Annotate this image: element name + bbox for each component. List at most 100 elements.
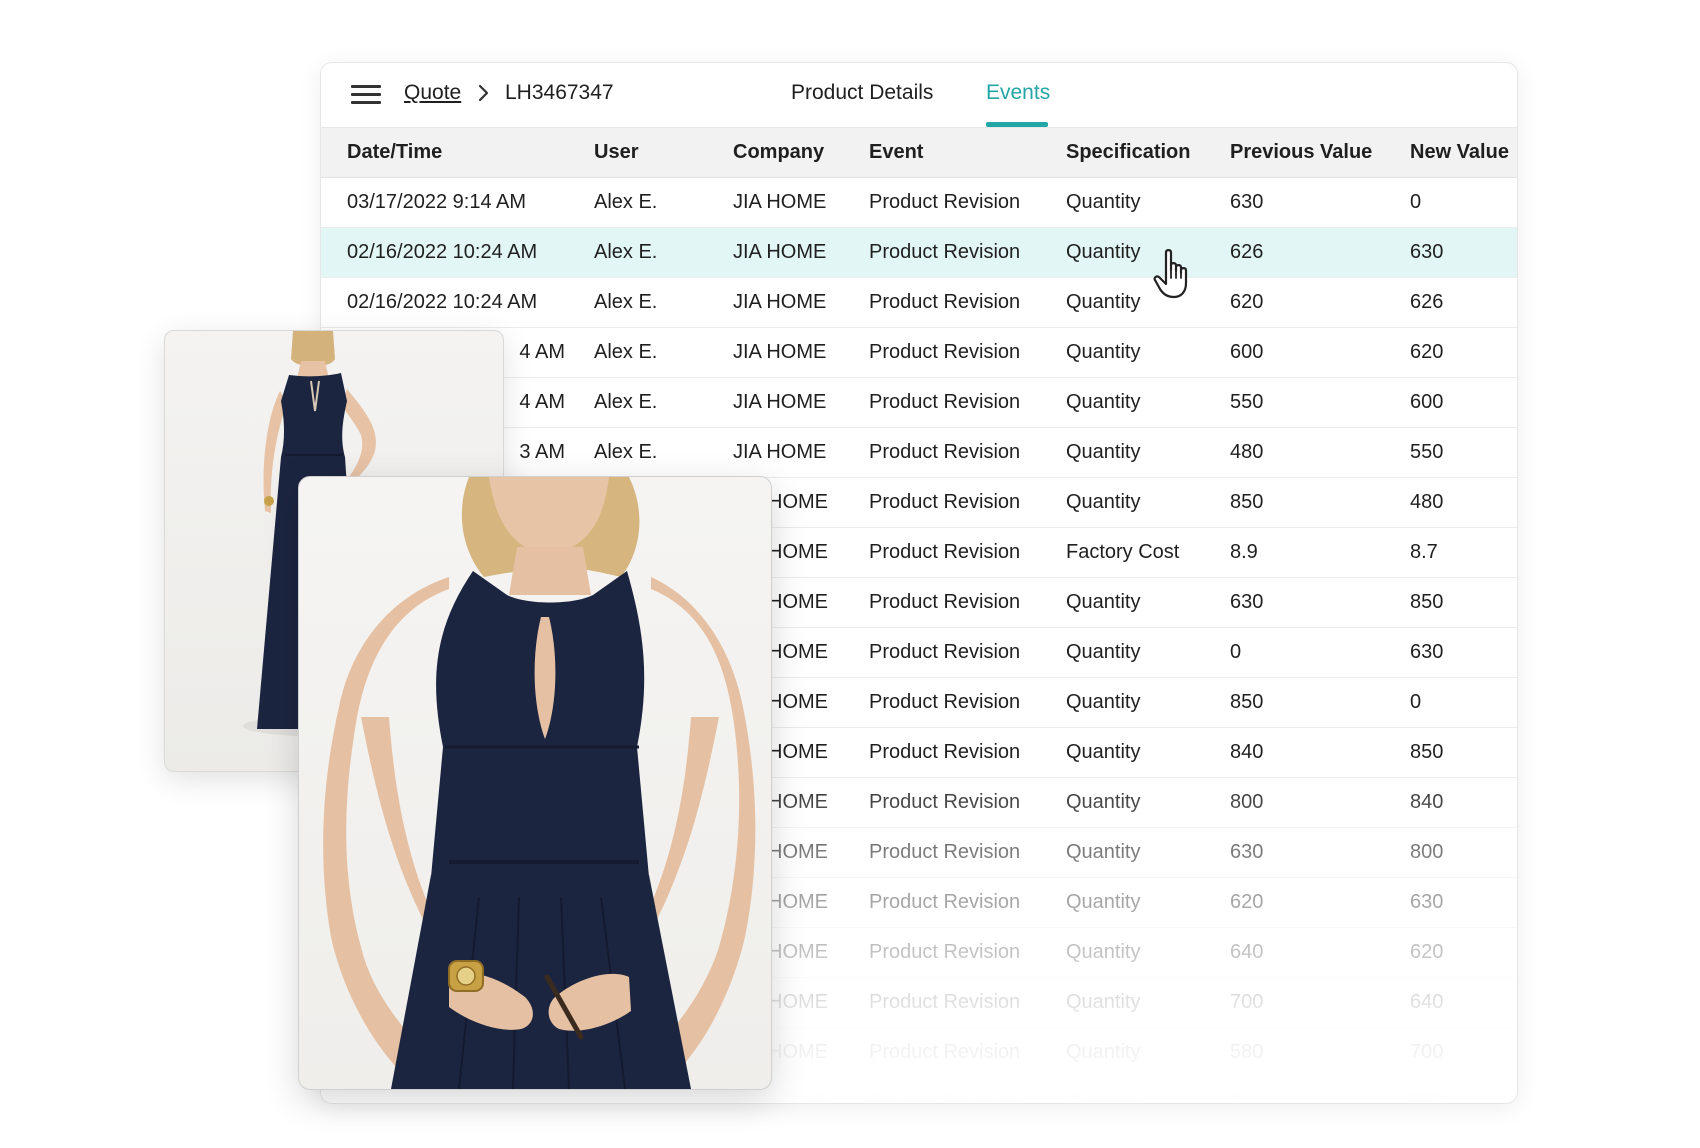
cell-new-value: 850 <box>1409 727 1517 778</box>
cell-previous-value: 620 <box>1229 877 1409 928</box>
cell-event: Product Revision <box>868 1077 1065 1103</box>
cell-specification: Quantity <box>1065 577 1229 628</box>
cell-specification: Quantity <box>1065 977 1229 1028</box>
table-row[interactable]: 02/16/2022 10:24 AM Alex E. JIA HOME Produc… <box>321 227 1517 278</box>
cell-specification: Quantity <box>1065 1027 1229 1078</box>
top-bar: Quote LH3467347 Product Details Events <box>321 63 1517 128</box>
cell-user: Alex E. <box>593 377 732 428</box>
hand-pointer-icon <box>1153 249 1188 299</box>
table-row[interactable]: 03/17/2022 9:14 AM Alex E. JIA HOME Product… <box>321 177 1517 228</box>
cell-new-value: 630 <box>1409 877 1517 928</box>
cell-specification: Quantity <box>1065 827 1229 878</box>
tab-events[interactable]: Events <box>986 81 1050 105</box>
cell-event: Product Revision <box>868 927 1065 978</box>
cell-new-value: 640 <box>1409 977 1517 1028</box>
cell-event: Product Revision <box>868 277 1065 328</box>
column-header-new-value[interactable]: New Value <box>1409 128 1517 178</box>
cell-event: Product Revision <box>868 777 1065 828</box>
cell-new-value: 550 <box>1409 427 1517 478</box>
cell-new-value: 620 <box>1409 327 1517 378</box>
cell-event: Product Revision <box>868 477 1065 528</box>
cell-previous-value: 640 <box>1229 927 1409 978</box>
cell-previous-value: 850 <box>1229 477 1409 528</box>
cell-user: Alex E. <box>593 227 732 278</box>
cell-specification: Factory Cost <box>1065 527 1229 578</box>
cell-datetime: 02/16/2022 10:24 AM <box>321 277 593 328</box>
cell-user: Alex E. <box>593 177 732 228</box>
cell-previous-value: 0 <box>1229 1077 1409 1103</box>
cell-event: Product Revision <box>868 1027 1065 1078</box>
cell-user: Alex E. <box>593 277 732 328</box>
cell-specification: Quantity <box>1065 227 1229 278</box>
chevron-right-icon <box>478 84 489 102</box>
cell-specification: Quantity <box>1065 877 1229 928</box>
cell-new-value: 580 <box>1409 1077 1517 1103</box>
cell-previous-value: 630 <box>1229 827 1409 878</box>
cell-new-value: 630 <box>1409 227 1517 278</box>
cell-specification: Quantity <box>1065 927 1229 978</box>
cell-event: Product Revision <box>868 727 1065 778</box>
tab-product-details[interactable]: Product Details <box>791 81 933 105</box>
column-header-specification[interactable]: Specification <box>1065 128 1229 178</box>
cell-specification: Quantity <box>1065 477 1229 528</box>
cell-datetime: 03/17/2022 9:14 AM <box>321 177 593 228</box>
cell-previous-value: 700 <box>1229 977 1409 1028</box>
cell-previous-value: 626 <box>1229 227 1409 278</box>
column-header-event[interactable]: Event <box>868 128 1065 178</box>
cell-new-value: 850 <box>1409 577 1517 628</box>
cell-event: Product Revision <box>868 177 1065 228</box>
cell-event: Product Revision <box>868 827 1065 878</box>
cell-specification: Quantity <box>1065 677 1229 728</box>
active-tab-indicator <box>986 122 1048 127</box>
product-photo-closeup[interactable] <box>298 476 772 1090</box>
cell-specification: Quantity <box>1065 377 1229 428</box>
cell-new-value: 8.7 <box>1409 527 1517 578</box>
cell-event: Product Revision <box>868 677 1065 728</box>
cell-previous-value: 8.9 <box>1229 527 1409 578</box>
cell-previous-value: 840 <box>1229 727 1409 778</box>
cell-specification: Quantity <box>1065 777 1229 828</box>
cell-company: JIA HOME <box>732 327 868 378</box>
column-header-company[interactable]: Company <box>732 128 868 178</box>
column-header-datetime[interactable]: Date/Time <box>321 128 593 178</box>
cell-new-value: 630 <box>1409 627 1517 678</box>
cell-company: JIA HOME <box>732 177 868 228</box>
cell-previous-value: 800 <box>1229 777 1409 828</box>
cell-new-value: 480 <box>1409 477 1517 528</box>
cell-event: Product Revision <box>868 377 1065 428</box>
cell-new-value: 0 <box>1409 677 1517 728</box>
cell-event: Product Revision <box>868 427 1065 478</box>
cell-specification: Quantity <box>1065 277 1229 328</box>
breadcrumb-quote-link[interactable]: Quote <box>404 81 461 105</box>
cell-previous-value: 480 <box>1229 427 1409 478</box>
cell-new-value: 700 <box>1409 1027 1517 1078</box>
cell-event: Product Revision <box>868 577 1065 628</box>
column-header-user[interactable]: User <box>593 128 732 178</box>
breadcrumb-current: LH3467347 <box>505 81 614 104</box>
cell-event: Product Revision <box>868 327 1065 378</box>
cell-specification: Quantity <box>1065 1077 1229 1103</box>
cell-company: JIA HOME <box>732 277 868 328</box>
cell-datetime: 02/16/2022 10:24 AM <box>321 227 593 278</box>
cell-company: JIA HOME <box>732 427 868 478</box>
cell-event: Product Revision <box>868 527 1065 578</box>
cell-new-value: 0 <box>1409 177 1517 228</box>
cell-previous-value: 600 <box>1229 327 1409 378</box>
cell-previous-value: 630 <box>1229 577 1409 628</box>
cell-specification: Quantity <box>1065 327 1229 378</box>
cell-company: JIA HOME <box>732 377 868 428</box>
cell-user: Alex E. <box>593 327 732 378</box>
cell-specification: Quantity <box>1065 427 1229 478</box>
hamburger-menu-icon[interactable] <box>351 85 381 105</box>
column-header-previous-value[interactable]: Previous Value <box>1229 128 1409 178</box>
cell-specification: Quantity <box>1065 627 1229 678</box>
dress-model-closeup-illustration <box>323 477 756 1089</box>
table-row[interactable]: 02/16/2022 10:24 AM Alex E. JIA HOME Produc… <box>321 277 1517 328</box>
cell-specification: Quantity <box>1065 727 1229 778</box>
cell-previous-value: 850 <box>1229 677 1409 728</box>
cell-new-value: 620 <box>1409 927 1517 978</box>
cell-new-value: 800 <box>1409 827 1517 878</box>
cell-previous-value: 630 <box>1229 177 1409 228</box>
cell-company: JIA HOME <box>732 227 868 278</box>
cell-event: Product Revision <box>868 977 1065 1028</box>
